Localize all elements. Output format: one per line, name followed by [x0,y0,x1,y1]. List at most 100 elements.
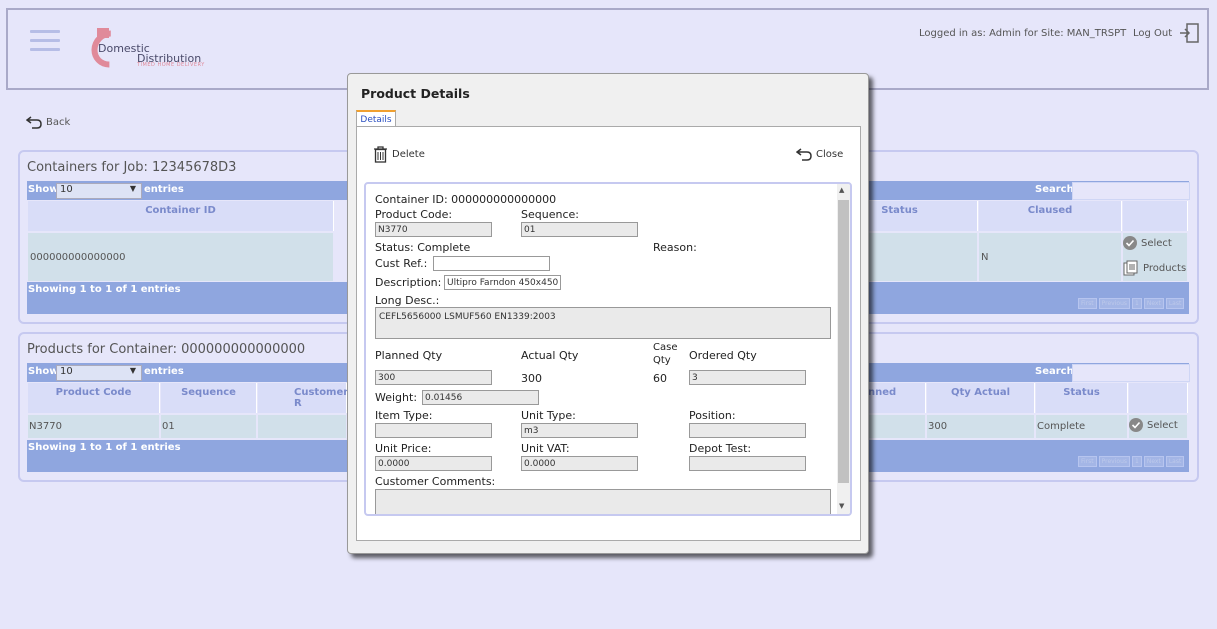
weight-label: Weight: [375,391,418,404]
search-input[interactable] [1072,182,1190,200]
description-label: Description: [375,276,442,289]
product-code-field[interactable]: N3770 [375,222,492,237]
depot-test-field[interactable] [689,456,806,471]
chevron-down-icon: ▼ [129,184,136,193]
item-type-field[interactable] [375,423,492,438]
cell-claused: N [979,233,1122,281]
pager-last[interactable]: Last [1165,456,1185,467]
col-sequence[interactable]: Sequence [161,383,257,413]
sequence-label: Sequence: [521,208,579,221]
container-id-text: Container ID: 000000000000000 [375,193,557,206]
pager-page-1[interactable]: 1 [1132,298,1142,309]
col-status-products[interactable]: Status [1036,383,1128,413]
pager-last[interactable]: Last [1165,298,1185,309]
col-claused[interactable]: Claused [979,201,1122,231]
select-product-button[interactable]: Select [1129,418,1178,432]
customer-comments-label: Customer Comments: [375,475,496,488]
pager-next[interactable]: Next [1143,298,1164,309]
cust-ref-field[interactable] [433,256,550,271]
containers-title: Containers for Job: 12345678D3 [27,160,237,175]
pager-next[interactable]: Next [1143,456,1164,467]
description-field[interactable]: Ultipro Farndon 450x450 [444,275,561,290]
col-qty-actual[interactable]: Qty Actual [927,383,1035,413]
close-button[interactable]: Close [796,147,843,161]
delete-button[interactable]: Delete [373,146,425,163]
logo-house-icon [97,28,109,38]
dialog-title: Product Details [361,86,470,101]
item-type-label: Item Type: [375,409,433,422]
position-label: Position: [689,409,736,422]
back-button[interactable]: Back [26,115,70,129]
back-arrow-icon [796,148,812,161]
col-container-id[interactable]: Container ID [28,201,334,231]
pager-first[interactable]: First [1078,298,1097,309]
position-field[interactable] [689,423,806,438]
unit-type-field[interactable]: m3 [521,423,638,438]
menu-icon[interactable] [30,30,60,57]
ordered-qty-label: Ordered Qty [689,349,757,362]
cust-ref-label: Cust Ref.: [375,257,428,270]
entries-label: entries [144,184,184,195]
cell-sequence: 01 [161,415,257,438]
col-actions [1123,201,1188,231]
unit-vat-field[interactable]: 0.0000 [521,456,638,471]
form-scrollbar[interactable]: ▲ ▼ [837,184,850,514]
pager-first[interactable]: First [1078,456,1097,467]
cell-qty-planned [860,415,926,438]
product-details-dialog: Product Details Details Delete Close Con… [347,73,869,554]
ordered-qty-field[interactable]: 3 [689,370,806,385]
products-button[interactable]: Products [1123,260,1186,276]
check-circle-icon [1129,418,1143,432]
products-title: Products for Container: 000000000000000 [27,342,306,357]
col-product-code[interactable]: Product Code [28,383,160,413]
containers-pager: First Previous 1 Next Last [1078,298,1185,309]
col-qty-planned[interactable]: nned [860,383,926,413]
cell-container-id: 000000000000000 [28,233,334,281]
pager-page-1[interactable]: 1 [1132,456,1142,467]
cell-product-code: N3770 [28,415,160,438]
back-label: Back [46,116,71,128]
page-size-select[interactable]: 10 ▼ [56,183,142,199]
long-desc-label: Long Desc.: [375,294,440,307]
logout-icon[interactable] [1178,22,1200,47]
depot-test-label: Depot Test: [689,442,752,455]
documents-icon [1123,260,1138,276]
logout-link[interactable]: Log Out [1133,28,1172,39]
scroll-up-icon[interactable]: ▲ [839,186,844,194]
cell-status-products: Complete [1036,415,1128,438]
status-text: Status: Complete [375,241,471,254]
trash-icon [374,146,387,163]
col-customer-ref[interactable]: Customer R [258,383,348,413]
unit-price-field[interactable]: 0.0000 [375,456,492,471]
reason-label: Reason: [653,241,697,254]
page-size-select-products[interactable]: 10 ▼ [56,365,142,381]
customer-comments-field[interactable] [375,489,831,514]
weight-field[interactable]: 0.01456 [422,390,539,405]
sequence-field[interactable]: 01 [521,222,638,237]
tab-details[interactable]: Details [356,110,396,127]
unit-vat-label: Unit VAT: [521,442,570,455]
scroll-down-icon[interactable]: ▼ [839,502,844,510]
product-code-label: Product Code: [375,208,453,221]
products-pager: First Previous 1 Next Last [1078,456,1185,467]
pager-previous[interactable]: Previous [1098,298,1130,309]
logged-in-text: Logged in as: Admin for Site: MAN_TRSPT [919,28,1127,39]
select-container-button[interactable]: Select [1123,236,1172,250]
product-detail-form: Container ID: 000000000000000 Product Co… [364,182,852,516]
planned-qty-field[interactable]: 300 [375,370,492,385]
check-circle-icon [1123,236,1137,250]
planned-qty-label: Planned Qty [375,349,443,362]
pager-previous[interactable]: Previous [1098,456,1130,467]
entries-label-products: entries [144,366,184,377]
long-desc-field[interactable]: CEFL5656000 LSMUF560 EN1339:2003 [375,307,831,339]
case-qty-value: 60 [653,372,667,385]
cell-qty-actual: 300 [927,415,1035,438]
unit-type-label: Unit Type: [521,409,576,422]
case-qty-label-2: Qty [653,355,671,366]
show-label-products: Show [28,366,59,377]
back-arrow-icon [26,116,42,129]
scrollbar-thumb[interactable] [838,200,849,483]
actual-qty-label: Actual Qty [521,349,579,362]
case-qty-label-1: Case [653,342,678,353]
search-input-products[interactable] [1072,364,1190,382]
